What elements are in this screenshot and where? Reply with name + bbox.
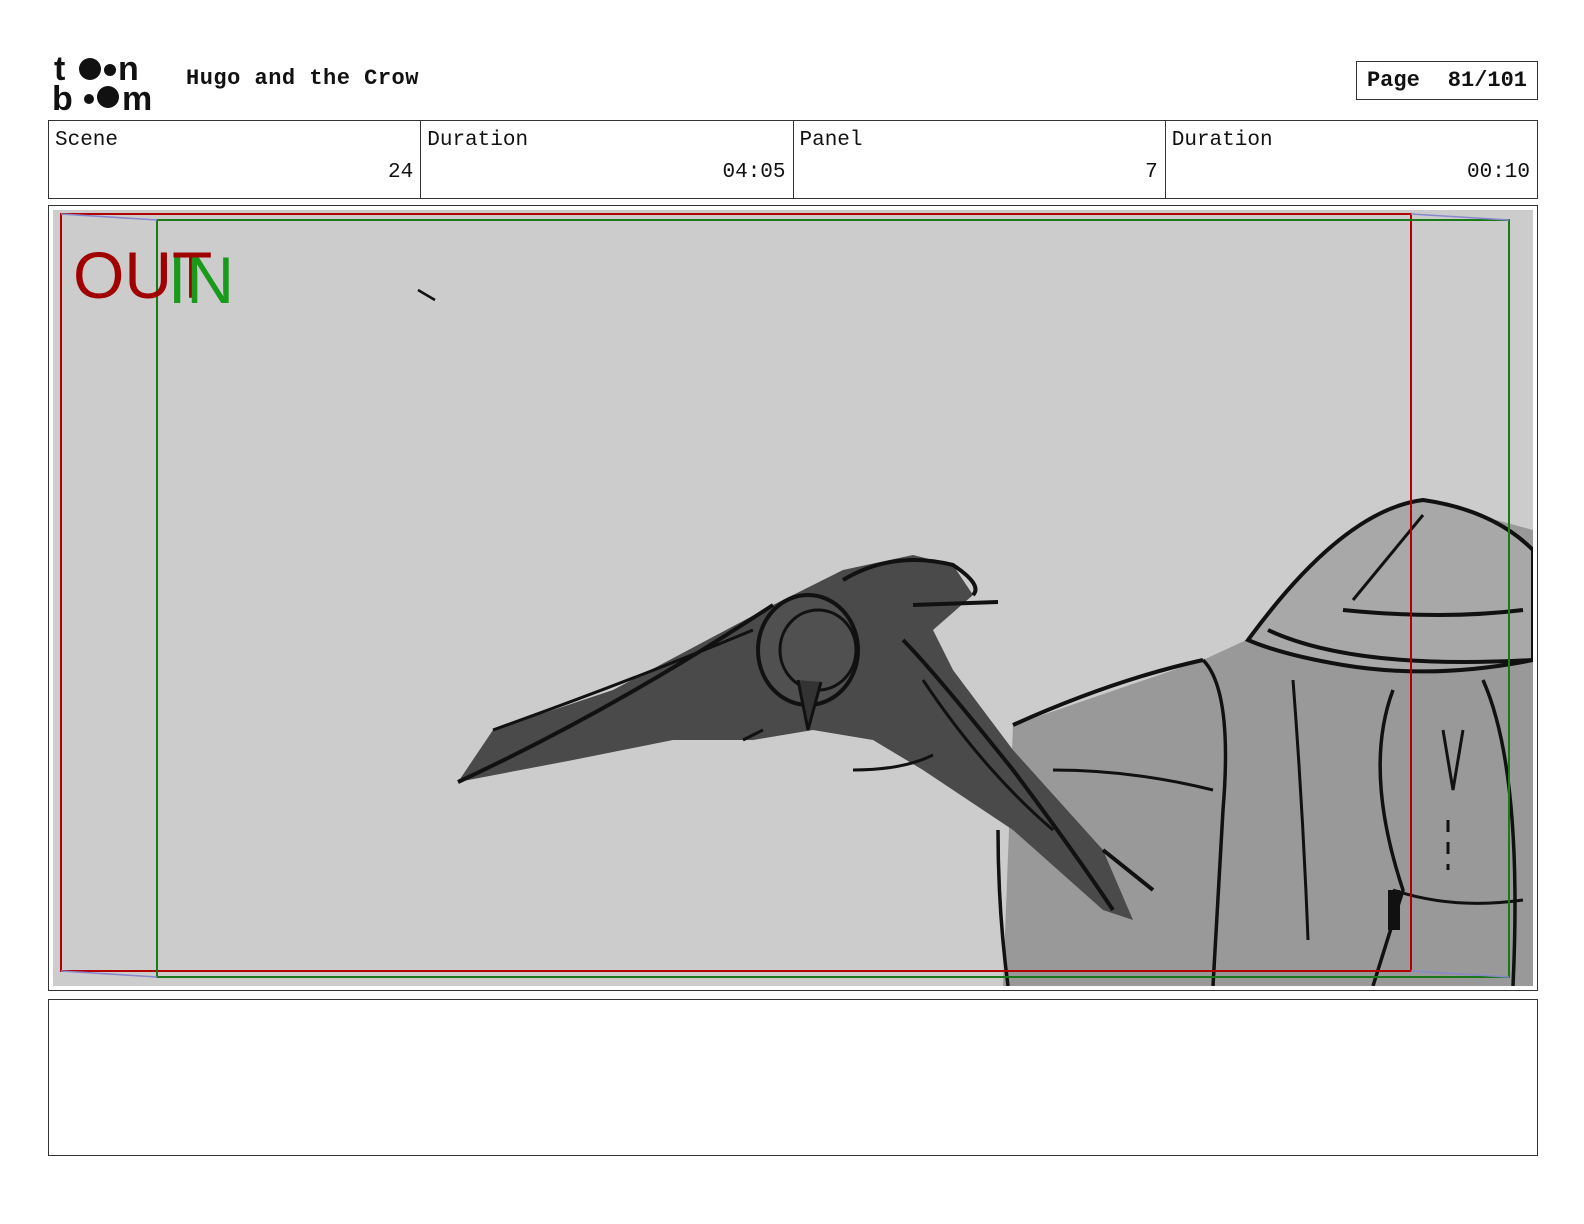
storyboard-panel[interactable]: OUT IN <box>48 205 1538 991</box>
page-indicator: Page 81/101 <box>1356 61 1538 100</box>
svg-text:b: b <box>52 80 73 112</box>
svg-text:m: m <box>122 80 152 112</box>
scene-value: 24 <box>388 161 414 184</box>
scene-label: Scene <box>55 129 119 152</box>
panel-duration-cell: Duration 00:10 <box>1166 121 1537 198</box>
panel-duration-value: 00:10 <box>1466 161 1530 184</box>
scene-cell: Scene 24 <box>49 121 422 198</box>
panel-notes-box[interactable] <box>48 999 1538 1156</box>
panel-label: Panel <box>799 129 863 152</box>
project-title: Hugo and the Crow <box>186 66 419 91</box>
in-label: IN <box>168 243 234 317</box>
page-label: Page <box>1366 68 1420 93</box>
panel-info-table: Scene 24 Duration 04:05 Panel 7 Duration… <box>48 120 1538 199</box>
scene-duration-value: 04:05 <box>722 161 786 184</box>
page-number: 81/101 <box>1447 68 1528 93</box>
scene-duration-label: Duration <box>427 129 529 152</box>
scene-duration-cell: Duration 04:05 <box>421 121 794 198</box>
panel-value: 7 <box>1145 161 1158 184</box>
panel-artwork: OUT IN <box>53 210 1533 986</box>
panel-duration-label: Duration <box>1171 129 1273 152</box>
panel-cell: Panel 7 <box>794 121 1166 198</box>
toonboom-logo: t n b m <box>52 50 164 118</box>
